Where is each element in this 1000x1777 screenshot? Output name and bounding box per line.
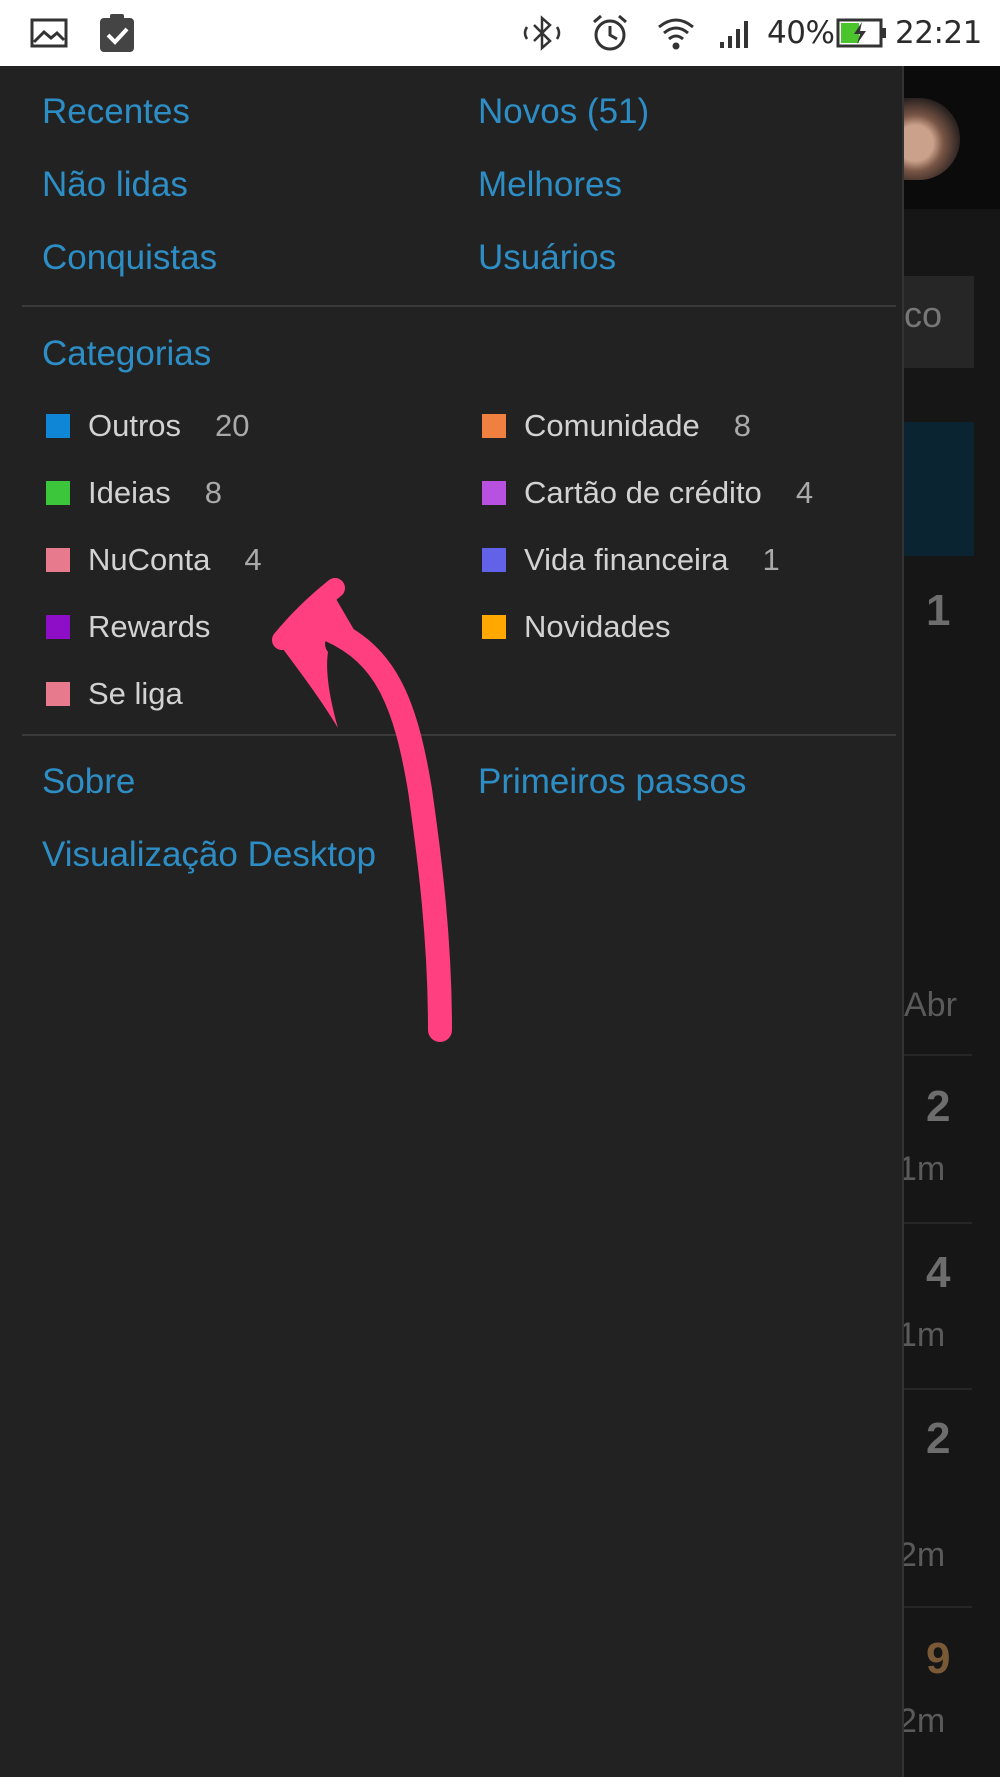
category-cartao-de-credito[interactable]: Cartão de crédito 4 <box>482 473 813 513</box>
category-outros[interactable]: Outros 20 <box>46 406 250 446</box>
category-count: 4 <box>795 475 814 510</box>
category-name: Cartão de crédito <box>524 475 762 510</box>
divider <box>904 1054 972 1056</box>
clock: 22:21 <box>895 15 982 51</box>
bluetooth-icon <box>520 0 564 66</box>
clipboard-check-icon <box>98 0 136 66</box>
category-nuconta[interactable]: NuConta 4 <box>46 540 262 580</box>
topic-meta: 2m <box>898 1536 946 1574</box>
alarm-icon <box>590 0 630 66</box>
category-color-swatch <box>46 548 70 572</box>
category-name: Novidades <box>524 609 671 644</box>
status-bar: 40% 22:21 <box>0 0 1000 66</box>
category-color-swatch <box>46 615 70 639</box>
background-banner <box>904 422 974 556</box>
background-header <box>904 66 1000 209</box>
topic-count: 9 <box>926 1634 951 1683</box>
signal-icon <box>718 0 754 66</box>
background-page: co 1 Abr 2 1m 4 1m 2 2m 9 2m <box>898 66 1000 1777</box>
category-name: NuConta <box>88 542 211 577</box>
link-visualizacao-desktop[interactable]: Visualização Desktop <box>42 835 376 875</box>
category-color-swatch <box>46 481 70 505</box>
topic-meta: 1m <box>898 1316 946 1354</box>
topic-count: 2 <box>926 1414 951 1463</box>
category-name: Ideias <box>88 475 171 510</box>
gallery-icon <box>30 0 68 66</box>
category-count: 8 <box>733 408 752 443</box>
category-comunidade[interactable]: Comunidade 8 <box>482 406 751 446</box>
divider <box>904 1388 972 1390</box>
divider <box>904 1222 972 1224</box>
link-conquistas[interactable]: Conquistas <box>42 238 217 278</box>
category-color-swatch <box>482 615 506 639</box>
divider <box>22 734 896 736</box>
topic-meta: 1m <box>898 1150 946 1188</box>
wifi-icon <box>656 0 696 66</box>
topic-count: 1 <box>926 586 951 635</box>
category-count: 1 <box>762 542 780 577</box>
category-color-swatch <box>482 548 506 572</box>
category-color-swatch <box>482 414 506 438</box>
category-count: 20 <box>215 408 250 443</box>
category-name: Rewards <box>88 609 211 644</box>
category-ideias[interactable]: Ideias 8 <box>46 473 222 513</box>
link-usuarios[interactable]: Usuários <box>478 238 616 278</box>
category-color-swatch <box>46 682 70 706</box>
link-novos[interactable]: Novos (51) <box>478 92 649 132</box>
category-vida-financeira[interactable]: Vida financeira 1 <box>482 540 780 580</box>
category-name: Se liga <box>88 676 183 711</box>
topic-meta: 2m <box>898 1702 946 1740</box>
link-primeiros-passos[interactable]: Primeiros passos <box>478 762 746 802</box>
category-rewards[interactable]: Rewards <box>46 607 210 647</box>
topic-count: 4 <box>926 1248 951 1297</box>
avatar[interactable] <box>904 98 960 180</box>
hamburger-menu-drawer: Recentes Novos (51) Não lidas Melhores C… <box>0 66 904 1777</box>
category-count: 4 <box>244 542 262 577</box>
divider <box>22 305 896 307</box>
link-nao-lidas[interactable]: Não lidas <box>42 165 188 205</box>
category-name: Vida financeira <box>524 542 729 577</box>
category-name: Outros <box>88 408 182 443</box>
category-name: Comunidade <box>524 408 700 443</box>
topic-meta: Abr <box>904 986 957 1024</box>
background-search-text: co <box>904 294 943 335</box>
link-recentes[interactable]: Recentes <box>42 92 190 132</box>
category-color-swatch <box>482 481 506 505</box>
battery-percent: 40% <box>767 15 835 51</box>
link-categorias[interactable]: Categorias <box>42 334 211 374</box>
category-count: 8 <box>204 475 222 510</box>
divider <box>904 1606 972 1608</box>
category-color-swatch <box>46 414 70 438</box>
category-novidades[interactable]: Novidades <box>482 607 670 647</box>
link-sobre[interactable]: Sobre <box>42 762 135 802</box>
battery-charging-icon <box>836 0 888 66</box>
category-se-liga[interactable]: Se liga <box>46 674 183 714</box>
topic-count: 2 <box>926 1082 951 1131</box>
link-melhores[interactable]: Melhores <box>478 165 622 205</box>
background-search: co <box>904 276 974 368</box>
